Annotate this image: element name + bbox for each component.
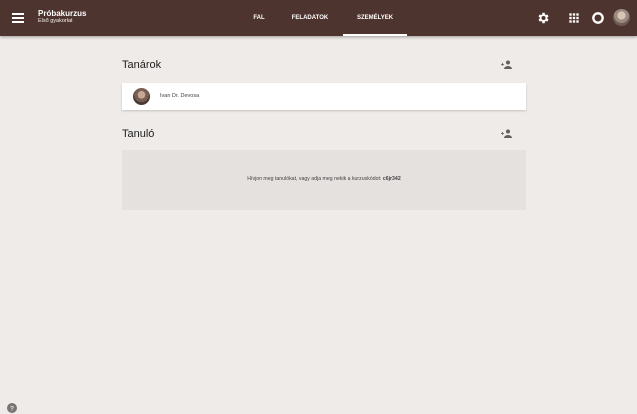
notifications-icon[interactable]: [591, 11, 605, 25]
teacher-list-item[interactable]: Ivan Dr. Devosa: [122, 83, 526, 110]
teachers-title: Tanárok: [122, 59, 162, 71]
menu-icon[interactable]: [10, 10, 26, 26]
active-tab-indicator: [343, 34, 407, 36]
add-student-icon[interactable]: [500, 128, 514, 140]
teacher-avatar: [133, 88, 150, 105]
tab-stream[interactable]: FAL: [247, 0, 271, 36]
course-title: Próbakurzus: [38, 9, 87, 18]
students-empty-state: Hívjon meg tanulókat, vagy adja meg neki…: [122, 150, 526, 210]
help-icon[interactable]: ?: [6, 402, 18, 414]
course-subtitle: Első gyakorlat: [38, 18, 73, 24]
gear-icon[interactable]: [536, 11, 550, 25]
tab-classwork[interactable]: FELADATOK: [283, 0, 337, 36]
apps-icon[interactable]: [567, 11, 581, 25]
teacher-name: Ivan Dr. Devosa: [160, 93, 200, 99]
tab-people[interactable]: SZEMÉLYEK: [343, 0, 407, 36]
invite-message: Hívjon meg tanulókat, vagy adja meg neki…: [247, 176, 383, 182]
top-app-bar: Próbakurzus Első gyakorlat FAL FELADATOK…: [0, 0, 637, 36]
invite-students-text: Hívjon meg tanulókat, vagy adja meg neki…: [122, 176, 526, 182]
svg-text:?: ?: [10, 405, 14, 412]
students-title: Tanuló: [122, 128, 155, 140]
avatar[interactable]: [613, 9, 630, 26]
tab-people-label: SZEMÉLYEK: [356, 15, 394, 21]
course-code: c6jr342: [382, 176, 401, 182]
course-header[interactable]: Próbakurzus Első gyakorlat: [38, 9, 86, 25]
add-teacher-icon[interactable]: [500, 59, 514, 71]
